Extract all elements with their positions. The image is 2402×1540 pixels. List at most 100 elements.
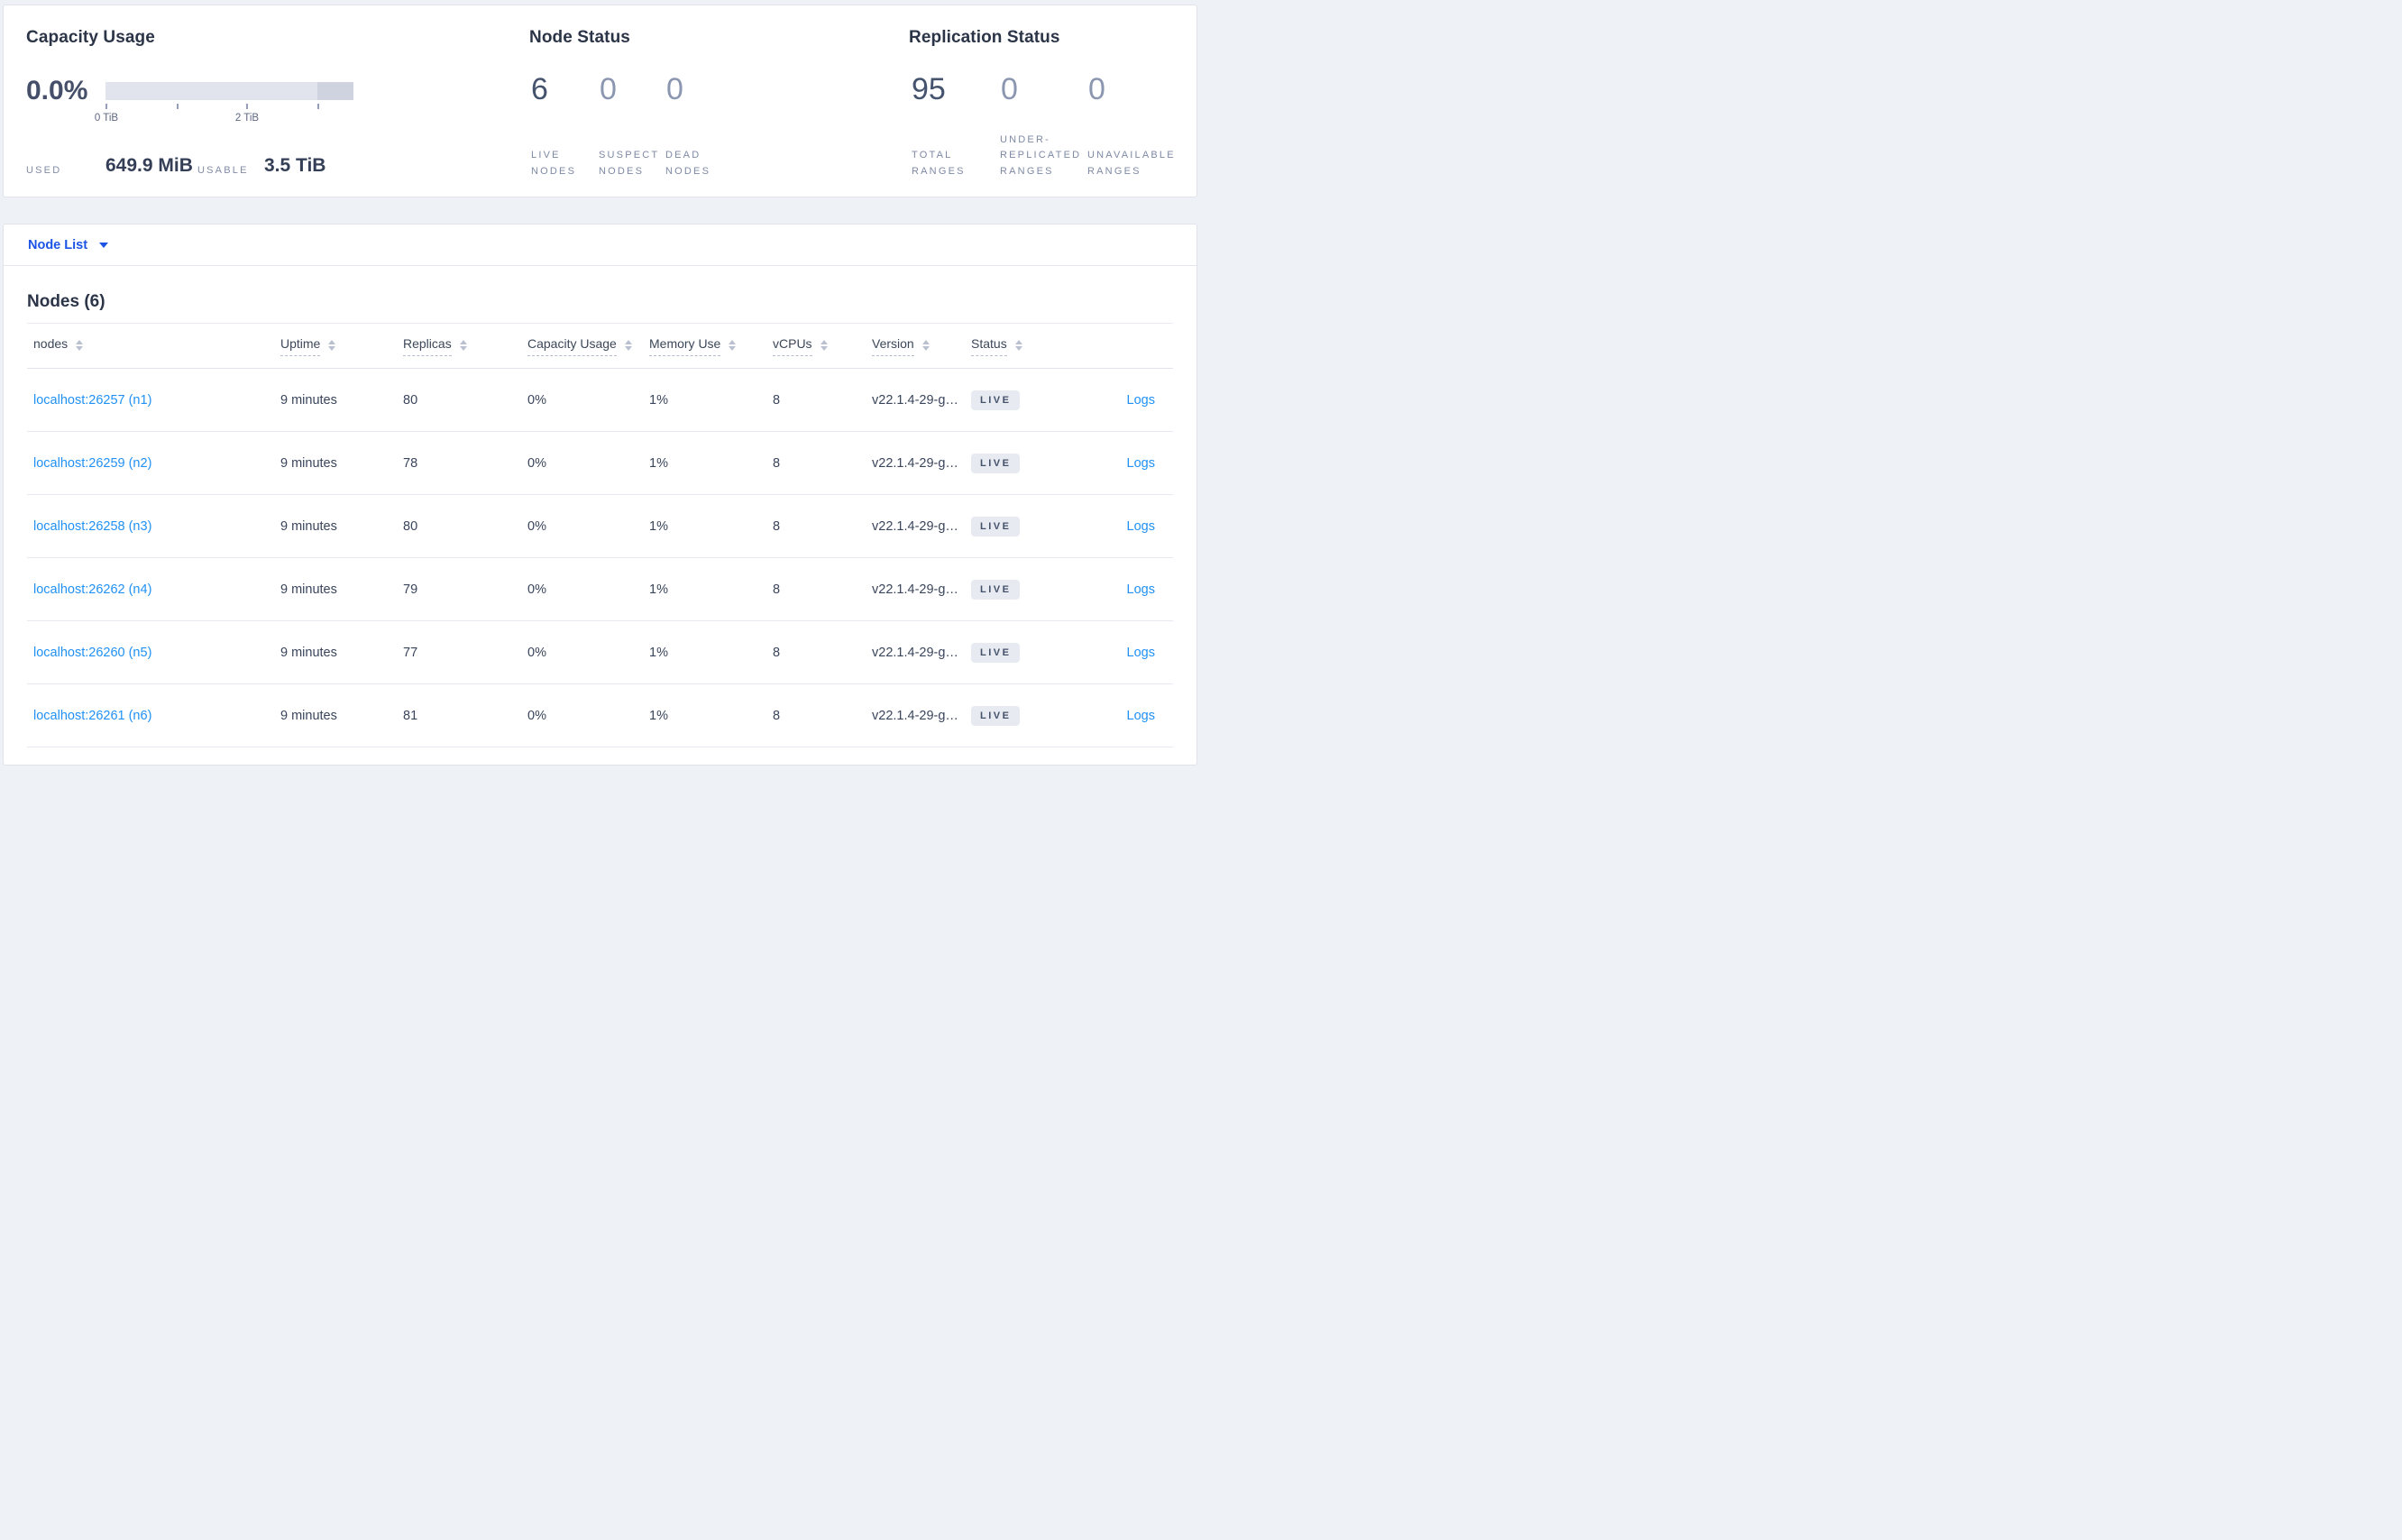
status-badge: LIVE [971,453,1021,473]
uptime-cell: 9 minutes [280,582,337,597]
node-link[interactable]: localhost:26257 (n1) [33,393,151,408]
capacity-usage-bar [105,82,353,100]
unavailable-ranges-label: UNAVAILABLE RANGES [1087,150,1176,177]
capacity-cell: 0% [527,455,546,471]
uptime-cell: 9 minutes [280,645,337,660]
column-header-label: Capacity Usage [527,336,617,356]
sort-icon [1014,339,1022,351]
capacity-cell: 0% [527,645,546,660]
node-link[interactable]: localhost:26259 (n2) [33,456,151,471]
uptime-cell: 9 minutes [280,392,337,408]
axis-tick [177,104,179,109]
table-row: localhost:26262 (n4) 9 minutes 79 0% 1% … [27,558,1173,621]
under-replicated-ranges-label: UNDER- REPLICATED RANGES [1000,133,1082,177]
logs-link[interactable]: Logs [1127,456,1155,471]
memory-cell: 1% [649,455,668,471]
logs-link[interactable]: Logs [1127,519,1155,534]
version-cell: v22.1.4-29-g… [872,518,958,534]
under-replicated-ranges-count: 0 [1001,72,1018,106]
cluster-overview-page: Capacity Usage 0.0% 0 TiB 2 TiB USED 649… [0,0,1201,770]
table-row: localhost:26259 (n2) 9 minutes 78 0% 1% … [27,432,1173,495]
live-nodes-label: LIVE NODES [531,150,577,177]
capacity-cell: 0% [527,582,546,597]
logs-link[interactable]: Logs [1127,582,1155,597]
table-row: localhost:26257 (n1) 9 minutes 80 0% 1% … [27,369,1173,432]
status-badge: LIVE [971,390,1021,410]
column-header-memory-use[interactable]: Memory Use [649,336,773,356]
column-header-capacity-usage[interactable]: Capacity Usage [527,336,649,356]
node-link[interactable]: localhost:26261 (n6) [33,709,151,723]
status-badge: LIVE [971,579,1021,600]
sort-icon [328,339,336,351]
capacity-usage-title: Capacity Usage [26,28,155,47]
capacity-usage-percent: 0.0% [26,76,88,105]
axis-tick-label: 2 TiB [234,113,260,124]
node-status-title: Node Status [529,28,630,47]
vcpus-cell: 8 [773,708,781,723]
axis-tick [317,104,319,109]
vcpus-cell: 8 [773,392,781,408]
usable-value: 3.5 TiB [264,155,326,176]
column-header-label: Uptime [280,336,321,356]
version-cell: v22.1.4-29-g… [872,582,958,597]
memory-cell: 1% [649,645,668,660]
node-link[interactable]: localhost:26262 (n4) [33,582,151,597]
column-header-label: Version [872,336,914,356]
logs-link[interactable]: Logs [1127,646,1155,660]
chevron-down-icon [99,242,109,248]
vcpus-cell: 8 [773,455,781,471]
suspect-nodes-label: SUSPECT NODES [599,150,660,177]
vcpus-cell: 8 [773,518,781,534]
status-badge: LIVE [971,705,1021,726]
replicas-cell: 80 [403,392,418,408]
node-link[interactable]: localhost:26260 (n5) [33,646,151,660]
column-header-label: Memory Use [649,336,721,356]
replicas-cell: 77 [403,645,418,660]
memory-cell: 1% [649,518,668,534]
status-badge: LIVE [971,516,1021,536]
summary-card: Capacity Usage 0.0% 0 TiB 2 TiB USED 649… [3,5,1197,197]
replicas-cell: 81 [403,708,418,723]
memory-cell: 1% [649,582,668,597]
capacity-cell: 0% [527,708,546,723]
column-header-status[interactable]: Status [971,336,1072,356]
dead-nodes-label: DEAD NODES [665,150,711,177]
version-cell: v22.1.4-29-g… [872,392,958,408]
replicas-cell: 79 [403,582,418,597]
sort-icon [921,339,930,351]
vcpus-cell: 8 [773,582,781,597]
column-header-replicas[interactable]: Replicas [403,336,527,356]
column-header-version[interactable]: Version [872,336,971,356]
sort-icon [624,339,632,351]
node-link[interactable]: localhost:26258 (n3) [33,519,151,534]
column-header-uptime[interactable]: Uptime [280,336,403,356]
uptime-cell: 9 minutes [280,455,337,471]
unavailable-ranges-count: 0 [1088,72,1105,106]
table-row: localhost:26260 (n5) 9 minutes 77 0% 1% … [27,621,1173,684]
table-header-row: nodes Uptime Replicas Capacity Usage Mem… [27,324,1173,369]
sort-icon [76,339,84,351]
capacity-cell: 0% [527,518,546,534]
table-row: localhost:26258 (n3) 9 minutes 80 0% 1% … [27,495,1173,558]
capacity-cell: 0% [527,392,546,408]
sort-icon [820,339,828,351]
subnav-bar: Node List [4,225,1196,266]
column-header-vcpus[interactable]: vCPUs [773,336,872,356]
column-header-nodes[interactable]: nodes [33,336,280,356]
capacity-bar-reserved-segment [317,82,353,100]
vcpus-cell: 8 [773,645,781,660]
used-label: USED [26,165,62,176]
logs-link[interactable]: Logs [1127,709,1155,723]
column-header-label: vCPUs [773,336,812,356]
live-nodes-count: 6 [531,72,548,106]
axis-tick-label: 0 TiB [94,113,119,124]
node-list-dropdown-label: Node List [28,237,88,252]
axis-tick [105,104,107,109]
usable-label: USABLE [197,165,249,176]
node-list-dropdown[interactable]: Node List [28,237,109,252]
logs-link[interactable]: Logs [1127,393,1155,408]
replicas-cell: 78 [403,455,418,471]
sort-icon [459,339,467,351]
column-header-label: Replicas [403,336,452,356]
total-ranges-label: TOTAL RANGES [912,150,966,177]
